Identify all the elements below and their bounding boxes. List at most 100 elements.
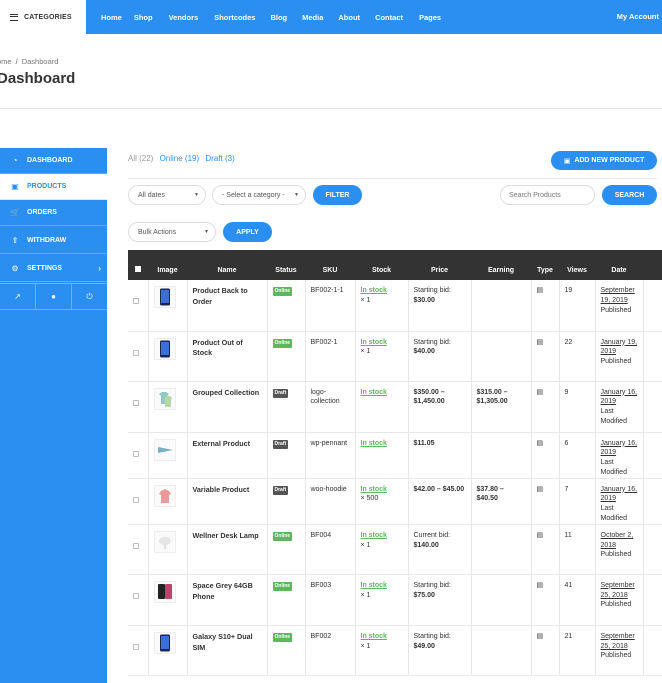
row-checkbox[interactable] — [133, 450, 139, 457]
nav-media[interactable]: Media — [302, 13, 323, 22]
stock-qty: × 1 — [360, 348, 371, 356]
product-image-cell — [148, 574, 188, 626]
product-thumbnail[interactable] — [153, 580, 176, 603]
status-online[interactable]: Online (19) — [160, 154, 200, 163]
product-thumbnail[interactable] — [153, 631, 176, 654]
price-cell: Starting bid: $49.00 — [408, 625, 472, 676]
sidebar-item-orders[interactable]: 🛒 ORDERS — [0, 200, 107, 226]
product-thumbnail[interactable] — [153, 530, 176, 553]
sidebar-footer: ↗ ● ⏻ — [0, 283, 107, 310]
add-new-product-button[interactable]: ▣ ADD NEW PRODUCT — [551, 151, 657, 170]
sidebar-item-settings[interactable]: ⚙ SETTINGS › — [0, 256, 107, 282]
row-checkbox[interactable] — [133, 643, 139, 650]
product-thumbnail[interactable] — [153, 286, 176, 308]
product-image-cell — [148, 478, 188, 525]
date-status: Last Modified — [600, 459, 627, 476]
user-icon[interactable]: ● — [36, 284, 72, 309]
search-products-input[interactable]: Search Products — [500, 185, 595, 205]
dates-select-value: All dates — [138, 191, 165, 199]
categories-toggle[interactable]: CATEGORIES — [0, 0, 86, 34]
product-thumbnail[interactable] — [153, 387, 176, 410]
date-status: Last Modified — [600, 408, 627, 425]
row-checkbox-cell — [128, 331, 149, 382]
date-value: January 16, 2019 — [600, 388, 638, 406]
sidebar-item-dashboard[interactable]: ◔ DASHBOARD — [0, 148, 107, 174]
product-name-link[interactable]: Variable Product — [193, 485, 250, 494]
status-badge: Draft — [272, 388, 289, 398]
product-name-link[interactable]: Grouped Collection — [193, 388, 260, 397]
row-checkbox[interactable] — [133, 542, 139, 549]
nav-shop[interactable]: Shop — [134, 13, 153, 22]
caret-down-icon: ▼ — [294, 192, 299, 198]
products-table: Image Name Status SKU Stock Price Earnin… — [128, 250, 662, 676]
type-cell: ▤ — [531, 625, 560, 676]
status-draft[interactable]: Draft (3) — [205, 154, 234, 163]
stock-status: In stock — [360, 388, 387, 396]
price-value: $350.00 – $1,450.00 — [413, 388, 445, 406]
status-all[interactable]: All (22) — [128, 154, 153, 163]
product-thumbnail[interactable] — [153, 438, 176, 461]
breadcrumb-home[interactable]: ome — [0, 57, 12, 66]
status-cell: Online — [267, 280, 306, 332]
price-cell: Starting bid: $75.00 — [408, 574, 472, 626]
price-cell: Current bid: $140.00 — [408, 524, 472, 575]
external-link-icon[interactable]: ↗ — [0, 284, 36, 309]
nav-shortcodes[interactable]: Shortcodes — [214, 13, 255, 22]
my-account-link[interactable]: My Account — [617, 0, 659, 34]
product-thumbnail[interactable] — [153, 484, 176, 507]
product-name-link[interactable]: Product Out of Stock — [193, 338, 243, 358]
nav-pages[interactable]: Pages — [419, 13, 441, 22]
product-name-link[interactable]: Space Grey 64GB Phone — [193, 581, 253, 601]
row-checkbox[interactable] — [133, 298, 139, 304]
type-cell: ▤ — [531, 331, 560, 382]
nav-about[interactable]: About — [338, 13, 360, 22]
date-status: Published — [600, 601, 632, 609]
product-name-cell: Galaxy S10+ Dual SIM — [187, 625, 268, 676]
nav-blog[interactable]: Blog — [270, 13, 287, 22]
filter-button[interactable]: FILTER — [313, 185, 362, 205]
nav-contact[interactable]: Contact — [375, 13, 403, 22]
row-checkbox[interactable] — [133, 399, 139, 406]
status-badge: Online — [272, 531, 293, 541]
row-checkbox[interactable] — [133, 496, 139, 503]
nav-vendors[interactable]: Vendors — [169, 13, 199, 22]
sidebar-item-products[interactable]: ▣ PRODUCTS — [0, 174, 107, 200]
sidebar-item-withdraw[interactable]: ⇧ WITHDRAW — [0, 228, 107, 254]
nav-home[interactable]: Home — [101, 13, 122, 22]
dashboard-sidebar: ◔ DASHBOARD ▣ PRODUCTS 🛒 ORDERS ⇧ WITHDR… — [0, 148, 107, 683]
earning-cell — [471, 625, 532, 676]
row-checkbox[interactable] — [133, 592, 139, 599]
product-thumbnail[interactable] — [153, 337, 176, 360]
bulk-actions-value: Bulk Actions — [138, 228, 177, 236]
table-row: Product Out of Stock Online BF002-1 In stoc… — [128, 331, 662, 382]
date-value: January 16, 2019 — [600, 485, 638, 503]
status-badge: Online — [272, 632, 293, 642]
category-select-value: - Select a category - — [222, 191, 285, 199]
row-checkbox[interactable] — [133, 349, 139, 356]
price-value: Starting bid: $40.00 — [413, 338, 451, 356]
product-name-link[interactable]: Product Back to Order — [193, 286, 248, 306]
status-badge: Online — [272, 287, 293, 296]
search-button[interactable]: SEARCH — [602, 185, 657, 205]
sku-cell: wp-pennant — [305, 432, 356, 479]
views-cell: 41 — [559, 574, 596, 626]
product-name-link[interactable]: Wellner Desk Lamp — [193, 531, 259, 540]
column-header: Stock — [355, 250, 408, 280]
dates-select[interactable]: All dates ▼ — [128, 185, 206, 205]
extra-cell — [643, 574, 662, 626]
row-checkbox-cell — [128, 478, 149, 525]
select-all-checkbox[interactable] — [128, 250, 148, 280]
product-name-cell: Grouped Collection — [187, 381, 268, 433]
date-status: Published — [600, 551, 632, 559]
stock-status: In stock — [360, 632, 387, 640]
power-icon[interactable]: ⏻ — [72, 284, 107, 309]
product-name-link[interactable]: External Product — [193, 439, 251, 448]
stock-cell: In stock × 500 — [355, 478, 409, 525]
row-checkbox-cell — [128, 381, 149, 433]
apply-button[interactable]: APPLY — [223, 222, 272, 242]
status-badge: Online — [272, 338, 293, 348]
bulk-actions-select[interactable]: Bulk Actions ▼ — [128, 222, 216, 242]
product-name-link[interactable]: Galaxy S10+ Dual SIM — [193, 632, 253, 652]
category-select[interactable]: - Select a category - ▼ — [212, 185, 306, 205]
status-cell: Online — [267, 331, 306, 382]
